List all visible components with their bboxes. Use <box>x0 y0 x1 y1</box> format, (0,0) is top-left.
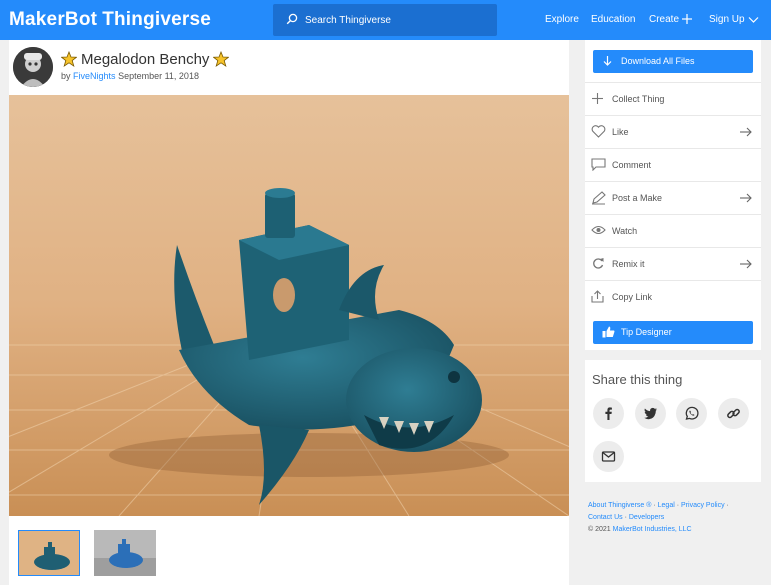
main-model-image[interactable] <box>9 95 569 516</box>
thing-byline: by FiveNights September 11, 2018 <box>61 71 199 81</box>
whatsapp-icon <box>685 406 699 420</box>
copy-link-button[interactable]: Copy Link <box>585 280 761 313</box>
logo-thingiverse-text: Thingiverse <box>102 9 212 30</box>
twitter-icon <box>644 407 657 420</box>
star-icon <box>213 51 230 67</box>
thumbnail-2[interactable] <box>94 530 156 576</box>
footer-copyright-text: © 2021 <box>588 526 613 533</box>
link-icon <box>727 408 740 419</box>
plus-icon <box>592 93 603 104</box>
publish-date: September 11, 2018 <box>118 71 199 81</box>
top-nav-bar: MakerBotThingiverse Explore Education Cr… <box>0 0 771 40</box>
author-link[interactable]: FiveNights <box>73 71 116 81</box>
thing-main-panel: Megalodon Benchy by FiveNights September… <box>9 40 569 585</box>
footer-developers-link[interactable]: Developers <box>629 514 664 521</box>
collect-thing-label: Collect Thing <box>612 94 665 104</box>
remix-it-label: Remix it <box>612 259 645 269</box>
thumbs-up-icon <box>602 326 615 338</box>
arrow-right-icon <box>740 127 752 137</box>
nav-signup-menu[interactable]: Sign Up <box>709 14 759 25</box>
like-button[interactable]: Like <box>585 115 761 148</box>
footer-privacy-link[interactable]: Privacy Policy <box>681 502 725 509</box>
search-input[interactable] <box>305 4 490 36</box>
share-twitter-button[interactable] <box>635 398 666 429</box>
nav-signup-label: Sign Up <box>709 14 745 25</box>
remix-it-button[interactable]: Remix it <box>585 247 761 280</box>
plus-icon <box>682 14 693 24</box>
download-icon <box>603 56 612 66</box>
nav-education-link[interactable]: Education <box>591 14 635 25</box>
download-all-files-button[interactable]: Download All Files <box>593 50 753 73</box>
search-box[interactable] <box>273 4 497 36</box>
logo-makerbot-text: MakerBot <box>9 9 98 30</box>
nav-create-menu[interactable]: Create <box>649 14 693 25</box>
footer-copyright: © 2021 MakerBot Industries, LLC <box>588 524 729 536</box>
comment-label: Comment <box>612 160 652 170</box>
facebook-icon <box>605 407 612 420</box>
nav-explore-link[interactable]: Explore <box>545 14 579 25</box>
tip-designer-label: Tip Designer <box>621 327 672 337</box>
download-all-files-label: Download All Files <box>621 56 695 66</box>
tip-designer-button[interactable]: Tip Designer <box>593 321 753 344</box>
collect-thing-button[interactable]: Collect Thing <box>585 82 761 115</box>
post-a-make-label: Post a Make <box>612 193 663 203</box>
share-link-button[interactable] <box>718 398 749 429</box>
thumbnail-1[interactable] <box>18 530 80 576</box>
footer-links-row-1: About Thingiverse ® · Legal · Privacy Po… <box>588 500 729 512</box>
search-icon <box>286 13 298 25</box>
footer-company-link[interactable]: MakerBot Industries, LLC <box>613 526 692 533</box>
star-icon <box>61 51 77 67</box>
like-label: Like <box>612 127 629 137</box>
watch-button[interactable]: Watch <box>585 214 761 247</box>
arrow-right-icon <box>740 259 752 269</box>
post-a-make-button[interactable]: Post a Make <box>585 181 761 214</box>
thing-actions-panel: Download All Files Collect Thing Like Co… <box>585 40 761 350</box>
share-whatsapp-button[interactable] <box>676 398 707 429</box>
comment-icon <box>591 158 606 171</box>
nav-create-label: Create <box>649 14 680 25</box>
footer-contact-link[interactable]: Contact Us <box>588 514 623 521</box>
thing-title: Megalodon Benchy <box>81 51 210 68</box>
watch-label: Watch <box>612 226 638 236</box>
share-upload-icon <box>591 290 604 303</box>
thing-title-row: Megalodon Benchy <box>61 51 230 69</box>
footer-about-link[interactable]: About Thingiverse ® <box>588 502 651 509</box>
pencil-icon <box>592 191 606 205</box>
author-avatar[interactable] <box>13 47 53 87</box>
comment-button[interactable]: Comment <box>585 148 761 181</box>
share-email-button[interactable] <box>593 441 624 472</box>
site-footer: About Thingiverse ® · Legal · Privacy Po… <box>588 500 729 536</box>
remix-icon <box>593 258 604 269</box>
makerbot-thingiverse-logo[interactable]: MakerBot Thingiverse <box>9 9 211 31</box>
heart-icon <box>591 125 606 138</box>
share-title: Share this thing <box>592 372 683 387</box>
copy-link-label: Copy Link <box>612 292 653 302</box>
eye-icon <box>591 225 606 235</box>
email-icon <box>601 451 616 462</box>
footer-links-row-2: Contact Us · Developers <box>588 512 729 524</box>
chevron-down-icon <box>748 17 759 23</box>
footer-legal-link[interactable]: Legal <box>658 502 675 509</box>
share-panel: Share this thing <box>585 360 761 482</box>
footer-separator: · <box>724 502 729 509</box>
share-facebook-button[interactable] <box>593 398 624 429</box>
byline-prefix: by <box>61 71 71 81</box>
arrow-right-icon <box>740 193 752 203</box>
